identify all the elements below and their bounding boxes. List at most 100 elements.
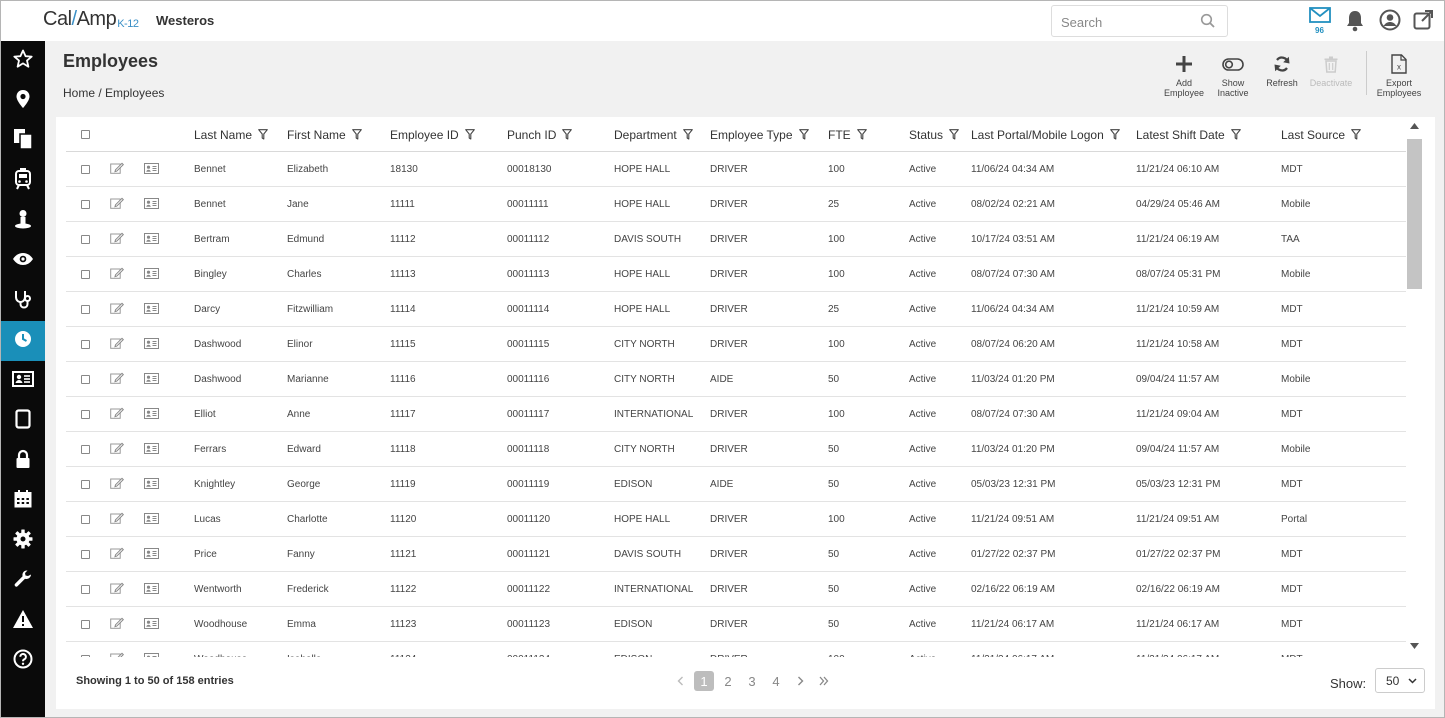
- row-checkbox[interactable]: [81, 200, 90, 209]
- column-header-last-name[interactable]: Last Name: [194, 117, 268, 152]
- page-button-3[interactable]: 3: [740, 671, 764, 691]
- column-header-status[interactable]: Status: [909, 117, 959, 152]
- column-header-last-portal-logon[interactable]: Last Portal/Mobile Logon: [971, 117, 1120, 152]
- column-header-first-name[interactable]: First Name: [287, 117, 362, 152]
- row-checkbox[interactable]: [81, 270, 90, 279]
- sidebar-item-monitor[interactable]: [1, 241, 45, 281]
- user-circle-icon[interactable]: [1379, 9, 1401, 36]
- edit-icon[interactable]: [110, 162, 125, 177]
- sidebar-item-employees[interactable]: [1, 361, 45, 401]
- edit-icon[interactable]: [110, 617, 125, 632]
- sidebar-item-calendar[interactable]: [1, 481, 45, 521]
- column-header-last-source[interactable]: Last Source: [1281, 117, 1361, 152]
- table-row[interactable]: Dashwood Elinor 11115 00011115 CITY NORTH DRI…: [66, 327, 1406, 362]
- edit-icon[interactable]: [110, 267, 125, 282]
- column-header-employee-id[interactable]: Employee ID: [390, 117, 475, 152]
- calamp-logo[interactable]: Cal/AmpK-12: [43, 8, 139, 31]
- external-link-icon[interactable]: [1413, 9, 1434, 35]
- column-header-punch-id[interactable]: Punch ID: [507, 117, 573, 152]
- sidebar-item-settings[interactable]: [1, 521, 45, 561]
- row-checkbox[interactable]: [81, 585, 90, 594]
- edit-icon[interactable]: [110, 582, 125, 597]
- row-checkbox[interactable]: [81, 235, 90, 244]
- id-card-icon[interactable]: [144, 582, 159, 597]
- sidebar-item-health[interactable]: [1, 281, 45, 321]
- sidebar-item-locations[interactable]: [1, 81, 45, 121]
- next-page-button[interactable]: [788, 671, 812, 691]
- select-all-checkbox[interactable]: [81, 130, 90, 139]
- edit-icon[interactable]: [110, 232, 125, 247]
- filter-icon[interactable]: [798, 129, 809, 140]
- edit-icon[interactable]: [110, 547, 125, 562]
- table-row[interactable]: Knightley George 11119 00011119 EDISON AIDE 50…: [66, 467, 1406, 502]
- row-checkbox[interactable]: [81, 480, 90, 489]
- filter-icon[interactable]: [464, 129, 475, 140]
- scroll-down-arrow-icon[interactable]: [1410, 643, 1419, 649]
- filter-icon[interactable]: [1230, 129, 1241, 140]
- sidebar-item-devices[interactable]: [1, 401, 45, 441]
- id-card-icon[interactable]: [144, 267, 159, 282]
- sidebar-item-security[interactable]: [1, 441, 45, 481]
- edit-icon[interactable]: [110, 337, 125, 352]
- row-checkbox[interactable]: [81, 410, 90, 419]
- page-button-4[interactable]: 4: [764, 671, 788, 691]
- filter-icon[interactable]: [1109, 129, 1120, 140]
- row-checkbox[interactable]: [81, 340, 90, 349]
- id-card-icon[interactable]: [144, 442, 159, 457]
- table-row[interactable]: Elliot Anne 11117 00011117 INTERNATIONAL DRIV…: [66, 397, 1406, 432]
- row-checkbox[interactable]: [81, 165, 90, 174]
- last-page-button[interactable]: [812, 671, 836, 691]
- id-card-icon[interactable]: [144, 407, 159, 422]
- scroll-up-arrow-icon[interactable]: [1410, 123, 1419, 129]
- filter-icon[interactable]: [682, 129, 693, 140]
- table-row[interactable]: Lucas Charlotte 11120 00011120 HOPE HALL DRIV…: [66, 502, 1406, 537]
- table-row[interactable]: Dashwood Marianne 11116 00011116 CITY NORTH A…: [66, 362, 1406, 397]
- filter-icon[interactable]: [1351, 129, 1361, 140]
- edit-icon[interactable]: [110, 652, 125, 657]
- id-card-icon[interactable]: [144, 477, 159, 492]
- table-row[interactable]: Woodhouse Emma 11123 00011123 EDISON DRIVER 50…: [66, 607, 1406, 642]
- id-card-icon[interactable]: [144, 512, 159, 527]
- table-row[interactable]: Bertram Edmund 11112 00011112 DAVIS SOUTH DRI…: [66, 222, 1406, 257]
- table-row[interactable]: Bennet Jane 11111 00011111 HOPE HALL DRIVER 25…: [66, 187, 1406, 222]
- bell-icon[interactable]: [1345, 10, 1365, 37]
- breadcrumb[interactable]: Home / Employees: [63, 86, 164, 100]
- deactivate-button[interactable]: Deactivate: [1305, 53, 1357, 88]
- table-row[interactable]: Ferrars Edward 11118 00011118 CITY NORTH DRIV…: [66, 432, 1406, 467]
- table-row[interactable]: Woodhouse Isabella 11124 00011124 EDISON DRIV…: [66, 642, 1406, 657]
- edit-icon[interactable]: [110, 372, 125, 387]
- previous-page-button[interactable]: [668, 671, 692, 691]
- filter-icon[interactable]: [949, 129, 959, 140]
- row-checkbox[interactable]: [81, 515, 90, 524]
- column-header-fte[interactable]: FTE: [828, 117, 867, 152]
- id-card-icon[interactable]: [144, 232, 159, 247]
- column-header-department[interactable]: Department: [614, 117, 693, 152]
- id-card-icon[interactable]: [144, 372, 159, 387]
- edit-icon[interactable]: [110, 477, 125, 492]
- row-checkbox[interactable]: [81, 620, 90, 629]
- search-input[interactable]: [1061, 13, 1196, 31]
- id-card-icon[interactable]: [144, 617, 159, 632]
- row-checkbox[interactable]: [81, 305, 90, 314]
- sidebar-item-alerts[interactable]: [1, 601, 45, 641]
- search-icon[interactable]: [1200, 13, 1216, 34]
- row-checkbox[interactable]: [81, 655, 90, 657]
- table-row[interactable]: Bennet Elizabeth 18130 00018130 HOPE HALL DRI…: [66, 152, 1406, 187]
- filter-icon[interactable]: [856, 129, 867, 140]
- edit-icon[interactable]: [110, 197, 125, 212]
- filter-icon[interactable]: [258, 129, 268, 140]
- page-size-select[interactable]: 50: [1375, 668, 1425, 693]
- edit-icon[interactable]: [110, 442, 125, 457]
- sidebar-item-students[interactable]: [1, 201, 45, 241]
- table-row[interactable]: Price Fanny 11121 00011121 DAVIS SOUTH DRIVER…: [66, 537, 1406, 572]
- edit-icon[interactable]: [110, 512, 125, 527]
- edit-icon[interactable]: [110, 407, 125, 422]
- sidebar-item-favorites[interactable]: [1, 41, 45, 81]
- column-header-latest-shift-date[interactable]: Latest Shift Date: [1136, 117, 1241, 152]
- sidebar-item-time[interactable]: [1, 321, 45, 361]
- id-card-icon[interactable]: [144, 197, 159, 212]
- add-employee-button[interactable]: Add Employee: [1158, 53, 1210, 98]
- row-checkbox[interactable]: [81, 550, 90, 559]
- id-card-icon[interactable]: [144, 547, 159, 562]
- id-card-icon[interactable]: [144, 337, 159, 352]
